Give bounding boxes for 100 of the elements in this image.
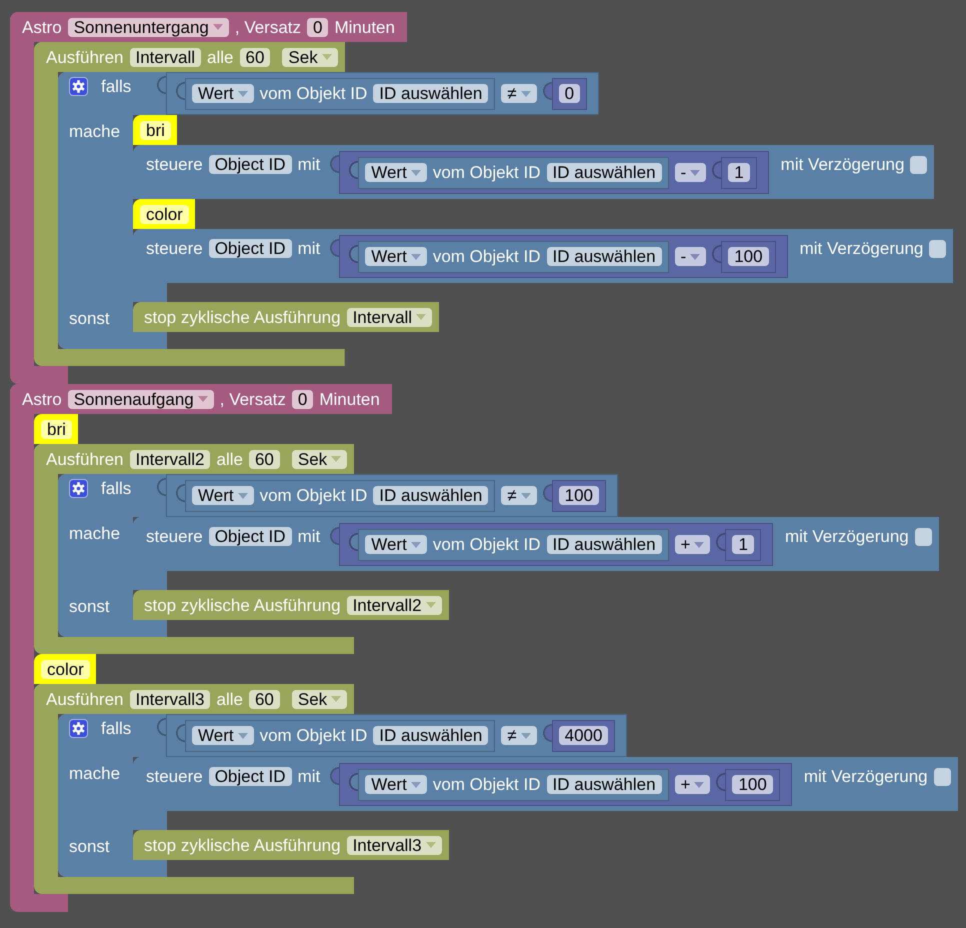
gear-icon[interactable] [69,719,88,738]
dropdown[interactable]: Intervall [346,308,432,326]
block-label: stop zyklische Ausführung [144,308,341,326]
object-id-field[interactable]: ID auswählen [373,486,488,505]
number-field[interactable]: 60 [248,690,280,708]
comment-block[interactable]: color [34,654,96,684]
caret-icon [212,24,223,30]
dropdown[interactable]: Intervall3 [346,836,442,854]
dropdown[interactable]: Wert [365,775,427,794]
block-label: vom Objekt ID [260,84,368,103]
dropdown[interactable]: Wert [365,535,427,554]
gear-icon[interactable] [69,77,88,96]
dropdown[interactable]: Sonnenaufgang [68,390,214,408]
operator-dropdown[interactable]: - [674,247,706,266]
math-block[interactable]: Wert vom Objekt ID ID auswählen - 1 [330,151,769,194]
object-id-field[interactable]: ID auswählen [373,726,488,745]
checkbox[interactable] [934,768,951,786]
if-block[interactable]: falls Wert vom Objekt ID ID auswählen ≠ 4000 mache steuere Object ID mit Wert vom Objekt ID ID auswählen + 100 mit Verzögerung sonst stop zyklische Ausführung Intervall3 [58,714,958,877]
number-block[interactable]: 1 [716,528,761,560]
operator-dropdown[interactable]: ≠ [501,486,537,505]
checkbox[interactable] [910,156,928,174]
number-block[interactable]: 100 [712,240,776,272]
math-block[interactable]: Wert vom Objekt ID ID auswählen - 100 [330,235,788,278]
number-field[interactable]: 0 [292,390,314,408]
dropdown[interactable]: Wert [192,486,254,505]
object-value-block[interactable]: Wert vom Objekt ID ID auswählen [176,720,496,752]
comment-block[interactable]: color [133,199,195,229]
object-value-block[interactable]: Wert vom Objekt ID ID auswählen [176,480,496,512]
checkbox[interactable] [914,528,932,546]
object-id-field[interactable]: ID auswählen [546,775,662,794]
comment-field[interactable]: bri [140,120,171,140]
number-block[interactable]: 100 [716,768,780,800]
object-id-field[interactable]: Object ID [208,155,292,174]
number-field[interactable]: 4000 [558,726,608,745]
math-block[interactable]: Wert vom Objekt ID ID auswählen + 100 [330,763,792,806]
compare-block[interactable]: Wert vom Objekt ID ID auswählen ≠ 100 [157,474,618,517]
operator-dropdown[interactable]: + [674,535,710,554]
block-label: vom Objekt ID [432,163,541,182]
dropdown[interactable]: Wert [365,163,427,182]
control-block[interactable]: steuere Object ID mit Wert vom Objekt ID ID auswählen - 100 mit Verzögerung [133,229,954,283]
object-value-block[interactable]: Wert vom Objekt ID ID auswählen [349,528,669,560]
caret-icon [410,170,421,176]
number-field[interactable]: 100 [732,775,773,794]
object-value-block[interactable]: Wert vom Objekt ID ID auswählen [349,768,669,800]
number-block[interactable]: 100 [542,480,606,512]
object-id-field[interactable]: Object ID [208,239,292,258]
dropdown[interactable]: Wert [365,247,427,266]
stop-block[interactable]: stop zyklische Ausführung Intervall3 [133,830,449,860]
operator-dropdown[interactable]: - [674,163,706,182]
object-id-field[interactable]: ID auswählen [546,163,662,182]
block-label: , Versatz [234,18,302,36]
object-id-field[interactable]: ID auswählen [546,247,662,266]
comment-block[interactable]: bri [34,414,78,444]
number-field[interactable]: 1 [732,535,754,554]
number-block[interactable]: 4000 [542,720,616,752]
gear-icon[interactable] [69,479,88,498]
control-block[interactable]: steuere Object ID mit Wert vom Objekt ID ID auswählen - 1 mit Verzögerung [133,145,934,199]
number-field[interactable]: 60 [248,450,280,468]
number-field[interactable]: 0 [558,84,580,103]
comment-field[interactable]: color [41,660,90,678]
number-field[interactable]: 60 [240,48,270,66]
operator-dropdown[interactable]: ≠ [501,726,537,745]
object-id-field[interactable]: Object ID [208,767,292,786]
object-value-block[interactable]: Wert vom Objekt ID ID auswählen [176,78,496,110]
dropdown[interactable]: Sek [292,450,348,468]
dropdown[interactable]: Wert [192,84,254,103]
dropdown[interactable]: Intervall2 [346,596,442,614]
math-block[interactable]: Wert vom Objekt ID ID auswählen + 1 [330,523,773,566]
number-block[interactable]: 1 [712,156,757,188]
object-value-block[interactable]: Wert vom Objekt ID ID auswählen [349,240,669,272]
object-value-block[interactable]: Wert vom Objekt ID ID auswählen [349,156,669,188]
dropdown[interactable]: Wert [192,726,254,745]
number-field[interactable]: 100 [728,247,769,266]
checkbox[interactable] [929,240,946,258]
stop-block[interactable]: stop zyklische Ausführung Intervall [133,302,440,332]
caret-icon [238,90,248,96]
dropdown[interactable]: Sonnenuntergang [68,18,229,36]
number-field[interactable]: 0 [307,18,328,36]
comment-field[interactable]: bri [41,420,72,438]
object-id-field[interactable]: ID auswählen [373,84,488,103]
control-block[interactable]: steuere Object ID mit Wert vom Objekt ID ID auswählen + 1 mit Verzögerung [133,517,939,571]
dropdown[interactable]: Sek [292,690,348,708]
comment-field[interactable]: color [140,204,189,224]
compare-block[interactable]: Wert vom Objekt ID ID auswählen ≠ 0 [157,72,600,115]
comment-block[interactable]: bri [133,115,177,145]
stop-block[interactable]: stop zyklische Ausführung Intervall2 [133,590,449,620]
text-field[interactable]: Intervall [130,48,202,66]
text-field[interactable]: Intervall2 [130,450,210,468]
object-id-field[interactable]: Object ID [208,527,292,546]
dropdown[interactable]: Sek [282,48,338,66]
control-block[interactable]: steuere Object ID mit Wert vom Objekt ID ID auswählen + 100 mit Verzögerung [133,757,958,811]
operator-dropdown[interactable]: + [674,775,710,794]
text-field[interactable]: Intervall3 [130,690,210,708]
number-field[interactable]: 100 [558,486,600,505]
number-block[interactable]: 0 [542,78,588,110]
object-id-field[interactable]: ID auswählen [546,535,662,554]
caret-icon [198,396,208,402]
operator-dropdown[interactable]: ≠ [501,84,537,103]
number-field[interactable]: 1 [728,163,750,182]
compare-block[interactable]: Wert vom Objekt ID ID auswählen ≠ 4000 [157,714,628,757]
